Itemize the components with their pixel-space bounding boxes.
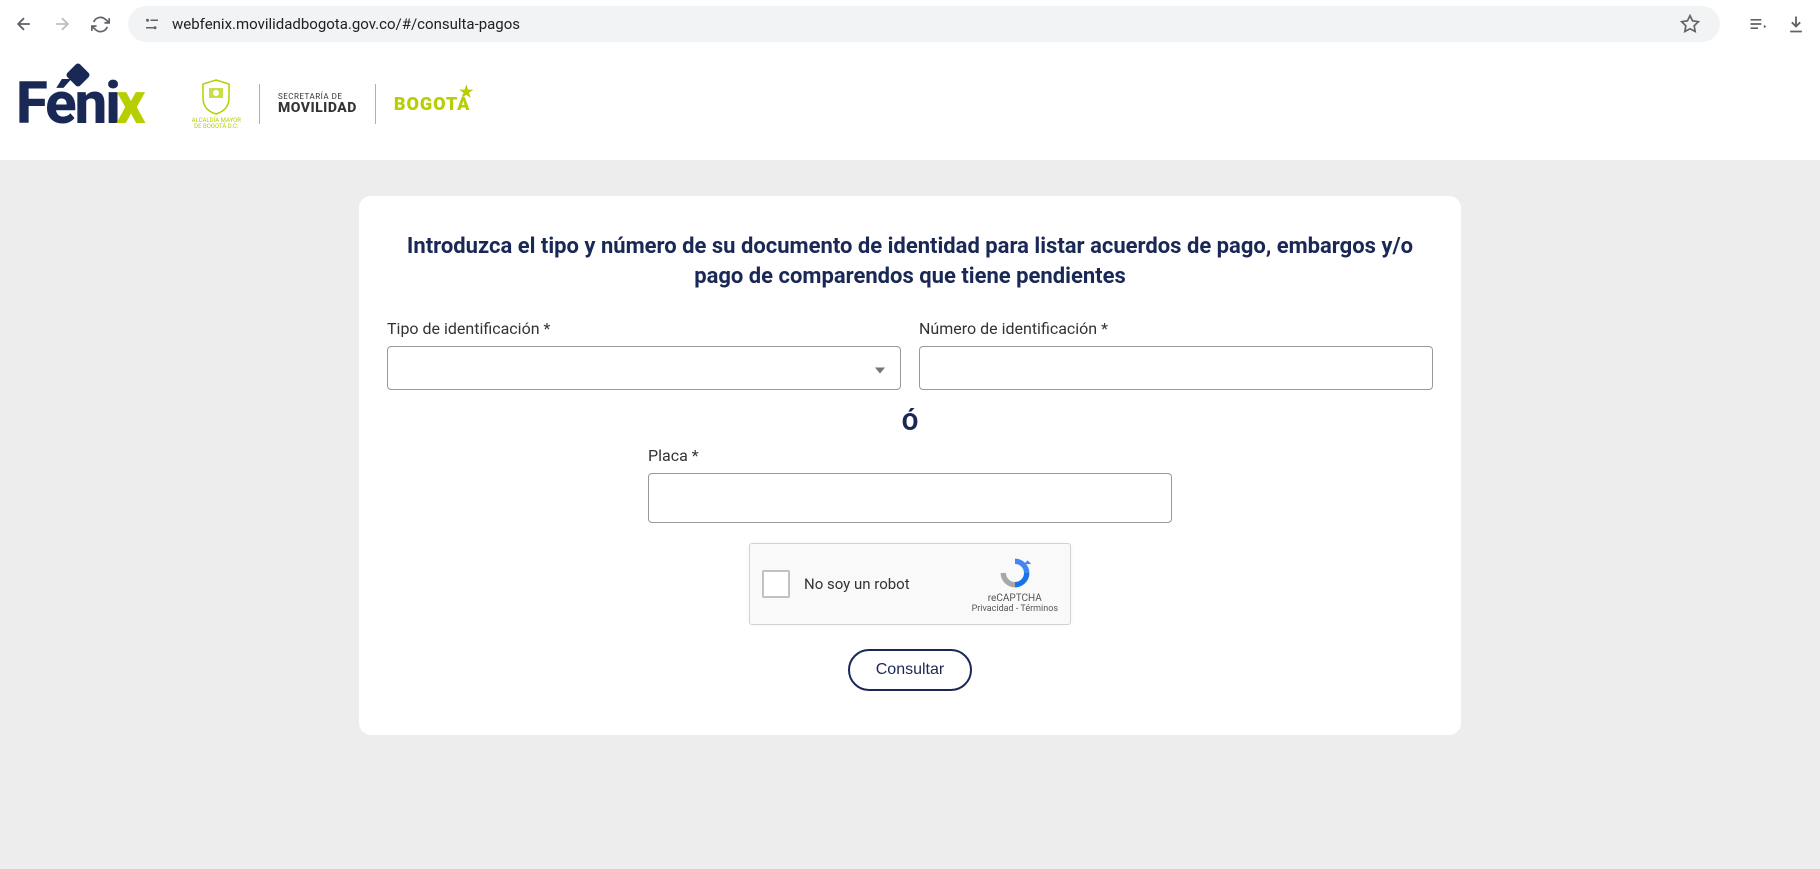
fenix-logo: Fénix bbox=[16, 70, 144, 138]
recaptcha-privacy-link[interactable]: Privacidad bbox=[972, 604, 1014, 614]
browser-toolbar: webfenix.movilidadbogota.gov.co/#/consul… bbox=[0, 0, 1820, 48]
movilidad-logo: SECRETARÍA DE MOVILIDAD bbox=[278, 93, 357, 115]
logo-divider-2 bbox=[375, 84, 376, 124]
placa-label: Placa * bbox=[648, 446, 1172, 465]
shield-text-2: DE BOGOTÁ D.C. bbox=[192, 124, 241, 130]
logo-text-main: Féni bbox=[16, 70, 119, 138]
numero-identificacion-label: Número de identificación * bbox=[919, 319, 1433, 338]
placa-input[interactable] bbox=[648, 473, 1172, 523]
partner-logos: ALCALDÍA MAYOR DE BOGOTÁ D.C. SECRETARÍA… bbox=[192, 78, 471, 130]
site-settings-icon[interactable] bbox=[142, 14, 162, 34]
recaptcha-checkbox[interactable] bbox=[762, 570, 790, 598]
numero-identificacion-input[interactable] bbox=[919, 346, 1433, 390]
forward-button[interactable] bbox=[46, 8, 78, 40]
or-separator: Ó bbox=[387, 408, 1433, 436]
recaptcha-icon bbox=[997, 555, 1033, 591]
bogota-logo: ★ BOGOTÁ bbox=[394, 94, 471, 115]
logo-divider bbox=[259, 84, 260, 124]
downloads-icon[interactable] bbox=[1780, 8, 1812, 40]
playlist-icon[interactable] bbox=[1742, 8, 1774, 40]
form-card: Introduzca el tipo y número de su docume… bbox=[359, 196, 1461, 735]
recaptcha-brand: reCAPTCHA bbox=[988, 593, 1042, 604]
consultar-button[interactable]: Consultar bbox=[848, 649, 972, 691]
main-content: Introduzca el tipo y número de su docume… bbox=[0, 160, 1820, 735]
logo-text-x: x bbox=[116, 70, 144, 138]
back-button[interactable] bbox=[8, 8, 40, 40]
bogota-star-icon: ★ bbox=[459, 82, 474, 101]
card-title: Introduzca el tipo y número de su docume… bbox=[387, 232, 1433, 291]
reload-button[interactable] bbox=[84, 8, 116, 40]
recaptcha-links: Privacidad - Términos bbox=[972, 604, 1058, 614]
recaptcha-label: No soy un robot bbox=[804, 575, 972, 593]
bookmark-star-icon[interactable] bbox=[1674, 8, 1706, 40]
url-text: webfenix.movilidadbogota.gov.co/#/consul… bbox=[172, 15, 1664, 33]
tipo-identificacion-label: Tipo de identificación * bbox=[387, 319, 901, 338]
recaptcha-terms-link[interactable]: Términos bbox=[1020, 604, 1058, 614]
recaptcha-widget: No soy un robot reCAPTCHA Privacidad - T… bbox=[749, 543, 1071, 625]
address-bar[interactable]: webfenix.movilidadbogota.gov.co/#/consul… bbox=[128, 6, 1720, 42]
tipo-identificacion-select[interactable] bbox=[387, 346, 901, 390]
page-header: Fénix ALCALDÍA MAYOR DE BOGOTÁ D.C. SECR… bbox=[0, 48, 1820, 160]
alcaldia-shield-icon: ALCALDÍA MAYOR DE BOGOTÁ D.C. bbox=[192, 78, 241, 130]
movilidad-main: MOVILIDAD bbox=[278, 101, 357, 115]
